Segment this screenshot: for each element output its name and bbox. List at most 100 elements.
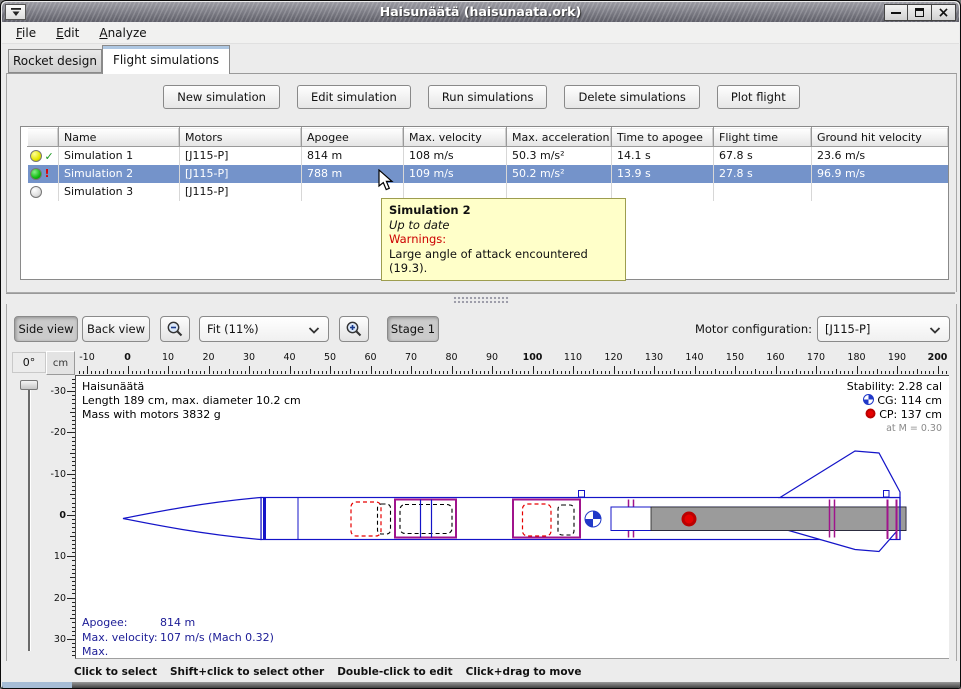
column-header-max-velocity[interactable]: Max. velocity [404, 128, 507, 147]
table-row[interactable]: !Simulation 2[J115-P]788 m109 m/s50.2 m/… [28, 165, 949, 183]
titlebar[interactable]: Haisunäätä (haisunaata.ork) × [2, 2, 959, 22]
cp-value: CP: 137 cm [879, 408, 942, 421]
table-row[interactable]: ✓Simulation 1[J115-P]814 m108 m/s50.3 m/… [28, 147, 949, 165]
ruler-tick [695, 366, 696, 374]
ruler-tick [593, 369, 594, 374]
rotation-slider-track[interactable] [28, 383, 31, 651]
rocket-name: Haisunäätä [82, 380, 301, 394]
delete-simulations-button[interactable]: Delete simulations [564, 85, 699, 109]
ruler-tick [277, 371, 278, 374]
ruler-tick [877, 369, 878, 374]
menubar: File Edit Analyze [2, 22, 959, 44]
tooltip-warnings-label: Warnings: [389, 232, 618, 247]
ruler-tick [933, 371, 934, 374]
minimize-icon [891, 12, 901, 14]
ruler-tick [520, 371, 521, 374]
ruler-tick [508, 371, 509, 374]
ruler-label: 150 [721, 352, 749, 363]
ruler-tick [723, 371, 724, 374]
ruler-tick [115, 371, 116, 374]
column-header-status[interactable] [28, 128, 59, 147]
motor-configuration-value: [J115-P] [825, 322, 870, 336]
ruler-tick [176, 371, 177, 374]
table-header-row: Name Motors Apogee Max. velocity Max. ac… [28, 128, 949, 147]
column-header-max-acceleration[interactable]: Max. acceleration [507, 128, 612, 147]
column-header-name[interactable]: Name [59, 128, 180, 147]
ruler-tick [362, 371, 363, 374]
launch-lug [884, 491, 890, 498]
ruler-tick [537, 371, 538, 374]
ruler-tick [751, 371, 752, 374]
ruler-tick [67, 474, 75, 475]
zoom-in-button[interactable] [339, 316, 369, 342]
ruler-tick [715, 369, 716, 374]
ruler-tick [921, 371, 922, 374]
zoom-out-button[interactable] [160, 316, 190, 342]
ruler-tick [719, 371, 720, 374]
rotation-slider-thumb[interactable] [20, 380, 38, 390]
ruler-tick [387, 371, 388, 374]
ruler-label: 160 [762, 352, 790, 363]
rocket-view-panel: Side view Back view Fit (11%) [6, 304, 957, 661]
panel-splitter[interactable] [2, 292, 959, 304]
ruler-tick [464, 371, 465, 374]
rocket-canvas[interactable]: Haisunäätä Length 189 cm, max. diameter … [75, 375, 949, 659]
side-view-button[interactable]: Side view [14, 316, 78, 342]
splitter-grip-icon[interactable] [453, 296, 509, 303]
ruler-label: 110 [559, 352, 587, 363]
ruler-tick [229, 369, 230, 374]
plot-flight-button[interactable]: Plot flight [717, 85, 800, 109]
motor-configuration-select[interactable]: [J115-P] [817, 316, 950, 342]
stability-value: Stability: 2.28 cal [847, 380, 942, 394]
tab-rocket-design[interactable]: Rocket design [8, 49, 102, 73]
column-header-motors[interactable]: Motors [180, 128, 302, 147]
tab-flight-simulations[interactable]: Flight simulations [102, 45, 230, 74]
window-corner [2, 682, 72, 689]
status-cell [28, 183, 59, 201]
window-menu-icon[interactable] [5, 4, 26, 20]
ruler-tick [342, 371, 343, 374]
ruler-tick [334, 371, 335, 374]
maximize-button[interactable] [908, 4, 932, 21]
ruler-tick [136, 371, 137, 374]
view-toolbar: Side view Back view Fit (11%) [7, 316, 956, 342]
ruler-tick [257, 371, 258, 374]
ruler-tick [897, 366, 898, 374]
ruler-tick [95, 371, 96, 374]
ruler-tick [873, 371, 874, 374]
window-menu-glyph [9, 6, 23, 18]
ruler-tick [180, 371, 181, 374]
launch-lug [579, 491, 585, 498]
ruler-tick [780, 371, 781, 374]
ruler-tick [861, 371, 862, 374]
stage-1-button[interactable]: Stage 1 [387, 316, 439, 342]
close-button[interactable]: × [932, 4, 956, 21]
new-simulation-button[interactable]: New simulation [163, 85, 280, 109]
ruler-tick [140, 371, 141, 374]
minimize-button[interactable] [884, 4, 908, 21]
menu-analyze[interactable]: Analyze [92, 24, 153, 42]
flight-info: Apogee:814 m Max. velocity:107 m/s (Mach… [82, 616, 274, 659]
ruler-tick [561, 371, 562, 374]
ruler-tick [589, 371, 590, 374]
menu-edit[interactable]: Edit [49, 24, 86, 42]
ruler-tick [431, 369, 432, 374]
column-header-time-to-apogee[interactable]: Time to apogee [612, 128, 714, 147]
ruler-label: 30 [235, 352, 263, 363]
ruler-tick [379, 371, 380, 374]
column-header-ground-hit-velocity[interactable]: Ground hit velocity [812, 128, 949, 147]
ruler-tick [447, 371, 448, 374]
ruler-tick [605, 371, 606, 374]
zoom-level-select[interactable]: Fit (11%) [199, 316, 329, 342]
ruler-tick [658, 371, 659, 374]
menu-file[interactable]: File [9, 24, 43, 42]
run-simulations-button[interactable]: Run simulations [428, 85, 548, 109]
back-view-button[interactable]: Back view [82, 316, 150, 342]
column-header-flight-time[interactable]: Flight time [714, 128, 812, 147]
column-header-apogee[interactable]: Apogee [302, 128, 404, 147]
window-bottom-border [2, 682, 961, 689]
hint-bar: Click to select Shift+click to select ot… [2, 661, 959, 682]
ruler-tick [132, 371, 133, 374]
edit-simulation-button[interactable]: Edit simulation [297, 85, 411, 109]
ruler-tick [196, 371, 197, 374]
